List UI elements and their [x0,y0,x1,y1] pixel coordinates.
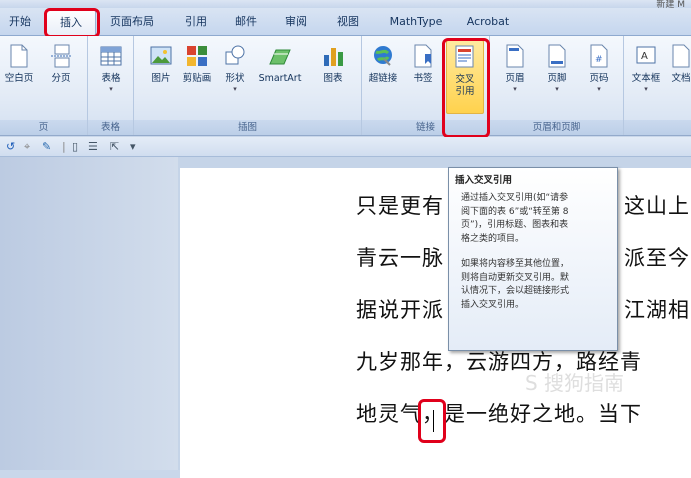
page-break-icon [51,44,71,68]
document-line: 青云一脉 派至今 [356,246,690,270]
undo-icon[interactable]: ↺ [6,140,15,153]
tab-view[interactable]: 视图 [328,8,368,36]
tab-review[interactable]: 审阅 [276,8,316,36]
group-header-footer: 页眉 ▾ 页脚 ▾ # 页码 ▾ 页眉和页脚 [490,36,624,135]
document-line: 只是更有 这山上 [356,194,690,218]
page-break-button[interactable]: 分页 [44,40,78,118]
text-box-button[interactable]: A 文本框 ▾ [628,40,664,118]
select-icon[interactable]: ⇱ [110,140,119,153]
document-line: 地灵气，是一绝好之地。当下 [356,402,642,426]
table-button[interactable]: 表格 ▾ [94,40,128,118]
tab-insert[interactable]: 插入 [46,8,96,36]
text-box-icon: A [636,46,656,64]
group-links: 超链接 书签 交叉 引用 链接 [362,36,490,135]
clip-art-icon [187,46,207,66]
cross-reference-tooltip: 插入交叉引用 通过插入交叉引用(如“请参 阅下面的表 6”或“转至第 8 页”)… [448,167,618,351]
header-icon [506,44,524,68]
ribbon: 空白页 分页 页 表格 ▾ 表格 图片 剪贴画 形状 ▾ SmartArt 图表… [0,36,691,136]
group-label-header-footer: 页眉和页脚 [490,120,623,135]
page-number-icon: # [590,44,608,68]
cross-reference-icon [455,45,474,68]
page-layout-icon[interactable]: ☰ [88,140,98,153]
quick-access-toolbar: ↺ ⌖ ✎ | ▯ ☰ ⇱ ▾ [0,137,691,157]
bookmark-icon [414,44,432,68]
chart-icon [324,48,343,66]
dropdown-arrow-icon: ▾ [109,85,113,93]
group-text: A 文本框 ▾ 文档 [624,36,691,135]
tab-mathtype[interactable]: MathType [384,8,448,36]
text-cursor [433,410,434,432]
left-margin-area [0,157,178,470]
tab-page-layout[interactable]: 页面布局 [104,8,160,36]
footer-button[interactable]: 页脚 ▾ [540,40,574,118]
cross-reference-button[interactable]: 交叉 引用 [446,40,484,114]
group-label-tables: 表格 [88,120,133,135]
hyperlink-globe-icon [374,46,392,66]
shapes-button[interactable]: 形状 ▾ [218,40,252,118]
tab-acrobat[interactable]: Acrobat [456,8,520,36]
document-parts-icon [672,44,690,68]
document-parts-button[interactable]: 文档 [668,40,691,118]
ribbon-tab-row: 开始 插入 页面布局 引用 邮件 审阅 视图 MathType Acrobat [0,8,691,36]
table-icon [100,46,122,66]
picture-button[interactable]: 图片 [144,40,178,118]
group-label-pages: 页 [0,120,87,135]
group-label-links: 链接 [362,120,489,135]
edit-icon[interactable]: ✎ [42,140,51,153]
format-painter-icon[interactable]: ⌖ [24,140,30,154]
separator-icon: | [62,140,66,153]
chart-button[interactable]: 图表 [316,40,350,118]
tab-references[interactable]: 引用 [176,8,216,36]
dropdown-arrow-icon: ▾ [597,85,601,93]
smartart-icon [269,49,291,65]
group-tables: 表格 ▾ 表格 [88,36,134,135]
group-label-illustrations: 插图 [134,120,361,135]
group-pages: 空白页 分页 页 [0,36,88,135]
document-line: 据说开派 江湖相 [356,298,690,322]
smartart-button[interactable]: SmartArt [254,40,306,118]
picture-icon [150,46,172,65]
header-button[interactable]: 页眉 ▾ [498,40,532,118]
dropdown-arrow-icon: ▾ [513,85,517,93]
clip-art-button[interactable]: 剪贴画 [180,40,214,118]
new-document-icon[interactable]: ▯ [72,140,78,153]
hyperlink-button[interactable]: 超链接 [366,40,400,118]
tooltip-title: 插入交叉引用 [455,175,513,186]
tab-mailings[interactable]: 邮件 [226,8,266,36]
svg-text:A: A [641,51,648,62]
shapes-icon [225,45,245,65]
dropdown-arrow-icon: ▾ [233,85,237,93]
tab-home[interactable]: 开始 [2,8,38,36]
blank-page-icon [10,44,28,68]
bookmark-button[interactable]: 书签 [406,40,440,118]
title-bar: 新建 M [0,0,691,10]
blank-page-button[interactable]: 空白页 [2,40,36,118]
group-illustrations: 图片 剪贴画 形状 ▾ SmartArt 图表 插图 [134,36,362,135]
footer-icon [548,44,566,68]
dropdown-arrow-icon: ▾ [644,85,648,93]
svg-text:#: # [595,55,603,65]
watermark: S 搜狗指南 [525,371,625,395]
tooltip-description: 通过插入交叉引用(如“请参 阅下面的表 6”或“转至第 8 页”)，引用标题、图… [461,193,570,310]
group-label-text [624,120,691,135]
page-number-button[interactable]: # 页码 ▾ [582,40,616,118]
customize-toolbar-icon[interactable]: ▾ [130,140,136,153]
dropdown-arrow-icon: ▾ [555,85,559,93]
